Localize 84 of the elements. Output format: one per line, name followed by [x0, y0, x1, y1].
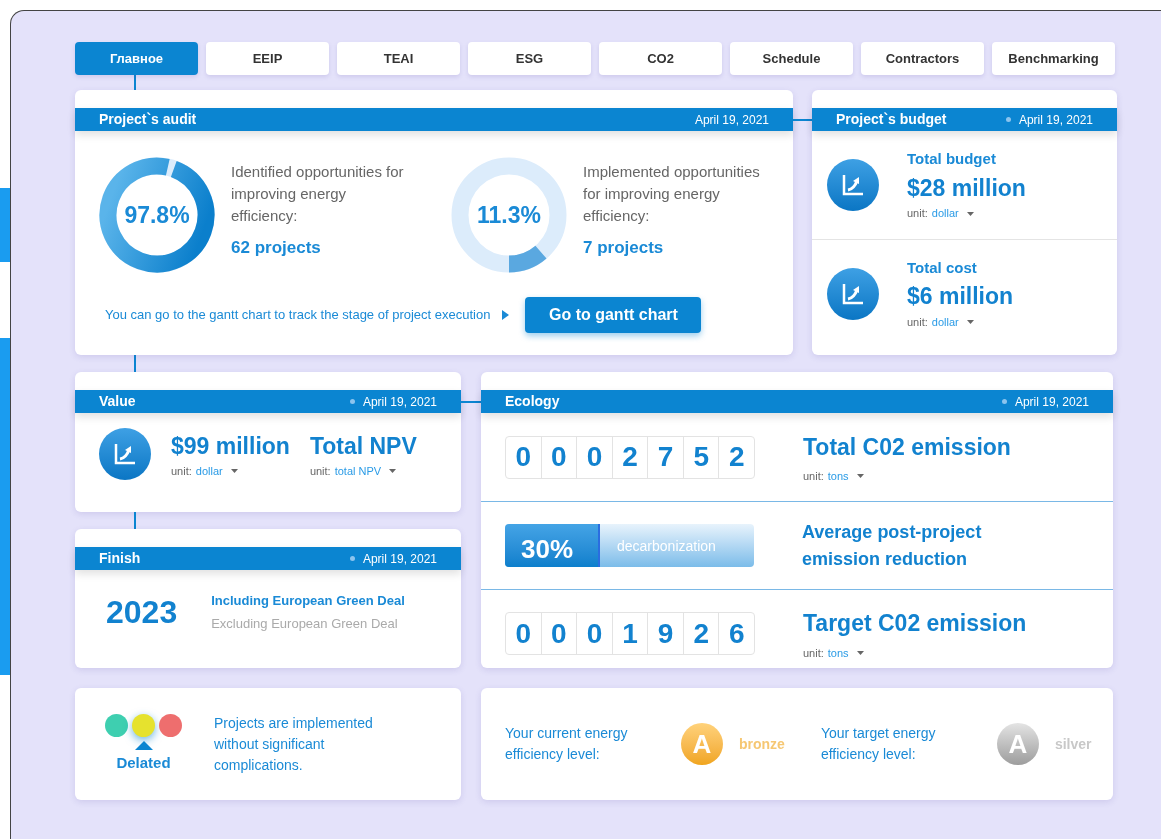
level-name: bronze: [739, 734, 785, 754]
nav-tab[interactable]: Contractors: [861, 42, 984, 75]
level-caption: Your current energy efficiency level:: [505, 724, 629, 764]
finish-year: 2023: [106, 593, 178, 632]
budget-label: Total cost: [907, 257, 978, 278]
unit-label: unit:: [907, 314, 928, 330]
caret-icon: [966, 320, 974, 324]
unit-label: unit:: [803, 645, 824, 661]
donut-value: 97.8%: [124, 201, 190, 229]
bar-value: 30%: [521, 533, 574, 566]
counter-digit: 0: [514, 616, 533, 651]
emission-label: Average post-project emission reduction: [802, 520, 983, 571]
unit-dropdown[interactable]: total NPV: [334, 463, 397, 480]
nav-tab[interactable]: Главное: [75, 42, 198, 75]
unit-dropdown[interactable]: dollar: [931, 313, 974, 331]
play-icon: [502, 310, 510, 320]
counter-digit: 0: [540, 436, 577, 478]
counter-digit: 2: [682, 613, 719, 654]
card-date: April 19, 2021: [362, 550, 437, 568]
counter-digit: 2: [611, 436, 648, 478]
emission-label: Target C02 emission: [803, 609, 1027, 638]
counter-digit: 0: [576, 613, 612, 654]
unit-dropdown[interactable]: dollar: [195, 463, 238, 480]
counter-digit: 0: [514, 440, 533, 474]
npv-label: Total NPV: [309, 431, 417, 461]
counter-digit: 7: [647, 436, 683, 478]
unit-dropdown[interactable]: tons: [827, 468, 864, 485]
level-badge: A: [681, 723, 723, 765]
unit-label: unit:: [907, 206, 928, 222]
bar-label: decarbonization: [617, 537, 716, 556]
card-date: April 19, 2021: [1018, 111, 1093, 129]
counter-digit: 9: [647, 613, 683, 654]
nav-tab[interactable]: TEAI: [337, 42, 460, 75]
opportunity-text: Identified opportunities for improving energy efficiency:: [231, 162, 405, 226]
deal-option[interactable]: Excluding European Green Deal: [211, 614, 405, 634]
budget-label: Total budget: [907, 149, 997, 170]
counter-digit: 6: [718, 613, 755, 654]
growth-chart-icon: [827, 267, 879, 320]
project-count: 7 projects: [583, 237, 665, 259]
nav-tab[interactable]: Benchmarking: [992, 42, 1115, 75]
card-title: Ecology: [505, 392, 560, 411]
caret-icon: [856, 650, 864, 655]
caret-icon: [230, 469, 238, 474]
budget-amount: $28 million: [907, 173, 1026, 203]
unit-label: unit:: [171, 464, 192, 479]
caret-icon: [389, 469, 397, 474]
card-title: Project`s budget: [836, 110, 947, 129]
level-caption: Your target energy efficiency level:: [820, 724, 937, 764]
counter-digit: 0: [576, 436, 612, 478]
nav-tab[interactable]: CO2: [599, 42, 722, 75]
counter-digit: 1: [611, 613, 648, 654]
budget-amount: $6 million: [907, 282, 1014, 312]
status-text: Projects are implemented without significant complications.: [214, 713, 374, 775]
counter-digit: 0: [540, 613, 577, 654]
opportunity-text: Implemented opportunities for improving energy efficiency:: [583, 162, 761, 226]
card-date: April 19, 2021: [694, 111, 769, 129]
card-title: Value: [99, 392, 136, 411]
unit-dropdown[interactable]: dollar: [931, 205, 974, 222]
nav-tab[interactable]: EEIP: [206, 42, 329, 75]
card-date: April 19, 2021: [1014, 393, 1089, 411]
gantt-hint: You can go to the gantt chart to track the stage of project execution: [105, 306, 491, 325]
growth-chart-icon: [99, 428, 151, 480]
status-label: Delated: [116, 752, 171, 773]
card-date: April 19, 2021: [362, 393, 437, 411]
card-title: Project`s audit: [99, 110, 197, 129]
nav-tab[interactable]: ESG: [468, 42, 591, 75]
level-badge: A: [996, 723, 1039, 765]
donut-value: 11.3%: [477, 201, 541, 229]
caret-icon: [966, 211, 974, 216]
counter-digit: 5: [682, 436, 719, 478]
card-title: Finish: [99, 549, 141, 568]
unit-dropdown[interactable]: tons: [827, 644, 864, 661]
unit-label: unit:: [309, 464, 331, 479]
caret-icon: [856, 474, 864, 479]
counter-digit: 2: [718, 436, 755, 478]
growth-chart-icon: [827, 159, 879, 211]
nav-tab[interactable]: Schedule: [730, 42, 853, 75]
pointer-icon: [134, 740, 153, 750]
gantt-button[interactable]: Go to gantt chart: [525, 297, 702, 333]
emission-label: Total C02 emission: [803, 432, 1011, 462]
unit-label: unit:: [803, 469, 824, 484]
project-count: 62 projects: [231, 237, 322, 259]
deal-option[interactable]: Including European Green Deal: [211, 590, 405, 610]
value-amount: $99 million: [171, 431, 290, 461]
